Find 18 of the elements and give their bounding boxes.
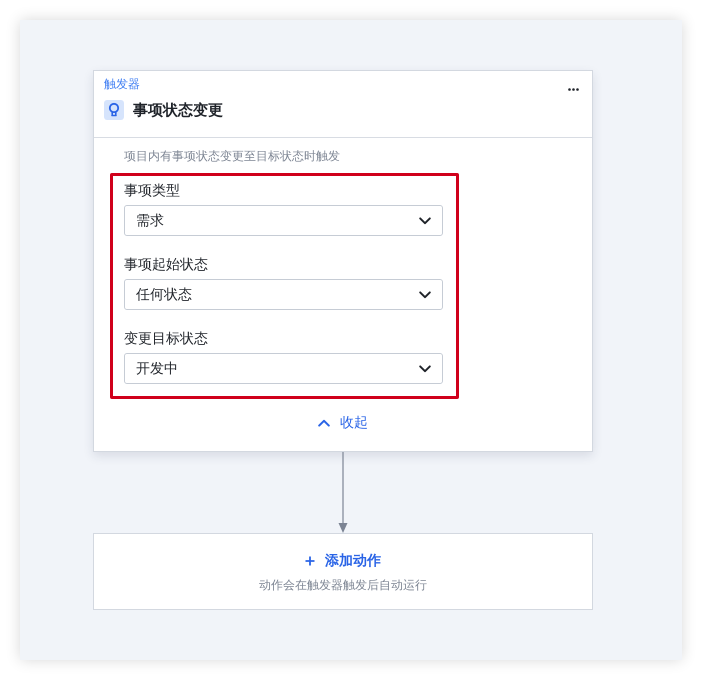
field-label: 事项起始状态 — [124, 256, 209, 275]
action-hint: 动作会在触发器触发后自动运行 — [259, 577, 427, 594]
dropdown-select[interactable]: 需求 — [124, 205, 443, 236]
add-action-button[interactable]: 添加动作 — [305, 551, 381, 571]
more-icon[interactable] — [568, 88, 579, 91]
field-label: 变更目标状态 — [124, 330, 209, 349]
chevron-down-icon — [419, 216, 431, 224]
card-title: 事项状态变更 — [133, 100, 223, 120]
chevron-down-icon — [419, 290, 431, 298]
collapse-button[interactable]: 收起 — [318, 413, 368, 433]
card-description: 项目内有事项状态变更至目标状态时触发 — [124, 148, 340, 165]
chevron-down-icon — [419, 364, 431, 372]
lightbulb-icon — [104, 100, 124, 120]
dropdown-select[interactable]: 任何状态 — [124, 279, 443, 310]
dropdown-select[interactable]: 开发中 — [124, 353, 443, 384]
plus-icon — [305, 556, 315, 566]
card-category: 触发器 — [104, 76, 140, 93]
field-label: 事项类型 — [124, 182, 181, 201]
